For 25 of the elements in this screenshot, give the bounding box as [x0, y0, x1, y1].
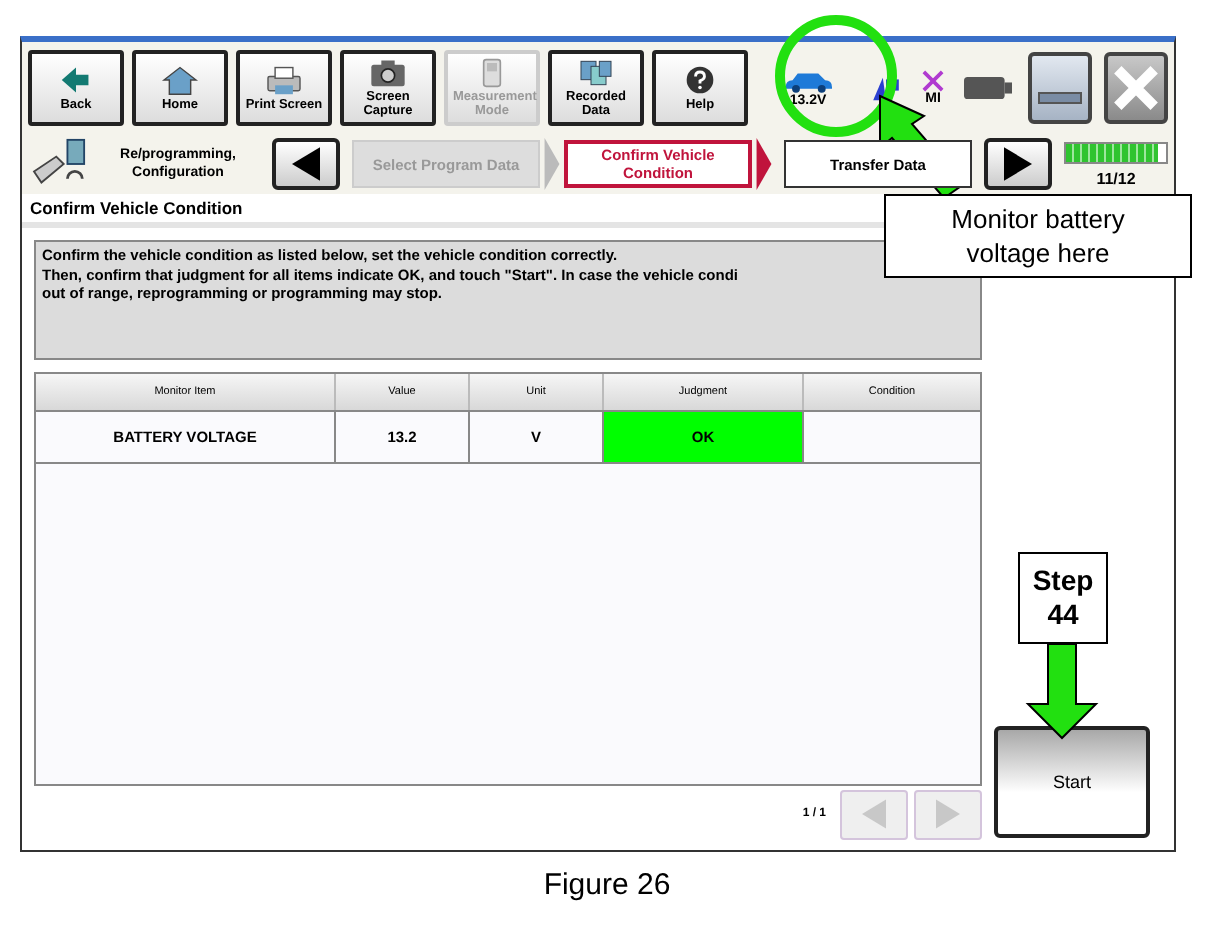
right-triangle-icon [1004, 146, 1032, 182]
pointer-arrow [1025, 643, 1099, 740]
cross-icon [922, 70, 944, 92]
step-counter: 11/12 [1096, 169, 1136, 187]
printer-icon [262, 64, 306, 96]
camera-icon [366, 58, 410, 88]
chevron-icon [756, 138, 772, 190]
car-icon [782, 69, 834, 93]
page-title: Confirm Vehicle Condition [30, 198, 243, 218]
battery-icon [964, 76, 1012, 100]
start-button[interactable]: Start [994, 726, 1150, 838]
figure-caption: Figure 26 [543, 868, 671, 902]
next-button[interactable] [984, 138, 1052, 190]
house-icon [158, 64, 202, 96]
right-triangle-icon [936, 798, 960, 830]
callout-box: Step 44 [1018, 552, 1108, 644]
documents-icon [574, 58, 618, 88]
minimize-button[interactable] [1028, 52, 1092, 124]
highlight-circle [775, 15, 897, 137]
callout-box: Monitor battery voltage here [884, 194, 1192, 278]
close-button[interactable] [1104, 52, 1168, 124]
chevron-icon [544, 138, 560, 190]
left-triangle-icon [292, 146, 320, 182]
left-triangle-icon [862, 798, 886, 830]
previous-button[interactable] [272, 138, 340, 190]
